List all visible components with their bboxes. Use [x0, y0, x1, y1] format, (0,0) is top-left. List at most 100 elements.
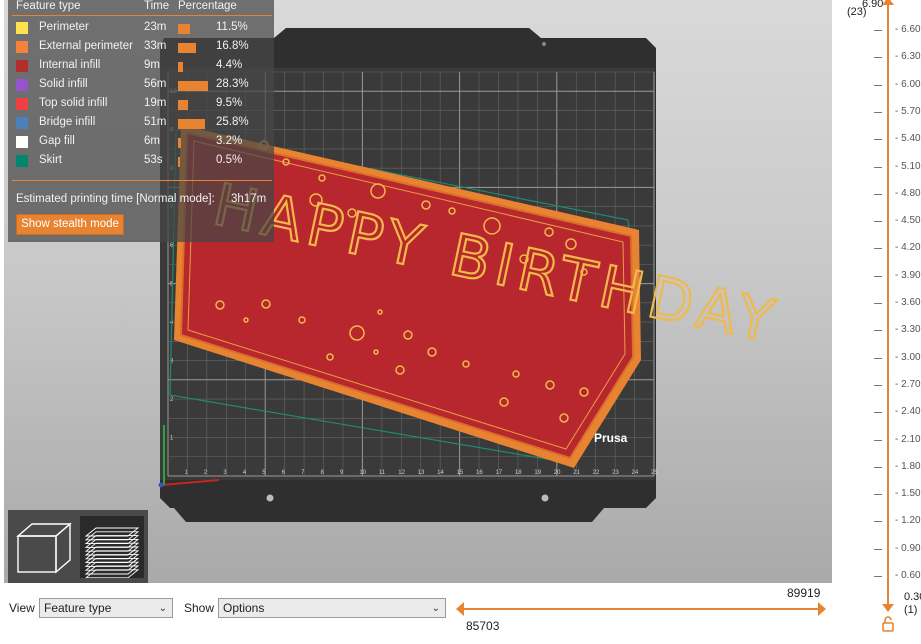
move-slider-upper-value: 89919 [787, 586, 821, 600]
legend-header-time: Time [144, 0, 170, 12]
legend-row: Gap fill 6m 3.2% [16, 133, 272, 152]
layer-tick [874, 248, 882, 250]
bed-brand-label: Prusa [594, 431, 628, 445]
layer-tick-label: - 5.70 [895, 105, 921, 117]
bed-x-tick-label: 20 [554, 470, 561, 476]
origin-marker [158, 482, 164, 488]
bed-screw [541, 494, 549, 502]
layer-tick-label: - 3.30 [895, 324, 921, 336]
show-options-value: Options [223, 601, 265, 615]
bed-x-tick-label: 23 [612, 470, 619, 476]
legend-percentage-bar [178, 157, 180, 167]
legend-row: External perimeter 33m 16.8% [16, 38, 272, 57]
layer-tick-label: - 4.20 [895, 242, 921, 254]
legend-feature-percentage: 9.5% [216, 97, 243, 109]
legend-color-swatch [16, 22, 28, 34]
legend-row: Internal infill 9m 4.4% [16, 57, 272, 76]
layer-tick [874, 576, 882, 577]
layer-slider-top-thumb[interactable] [880, 0, 896, 7]
cube-icon [16, 522, 72, 574]
bed-x-tick-label: 10 [359, 470, 366, 476]
legend-percentage-bar [178, 62, 183, 72]
legend-color-swatch [16, 136, 28, 148]
show-stealth-mode-button[interactable]: Show stealth mode [16, 214, 124, 235]
layer-slider-bottom-layer: (1) [904, 604, 918, 616]
legend-percentage-bar [178, 100, 188, 110]
layer-tick [874, 84, 882, 86]
layer-tick-label: - 6.30 [895, 51, 921, 63]
layer-slider-bottom-thumb[interactable] [880, 603, 896, 613]
layer-tick [874, 275, 882, 277]
layer-tick [874, 412, 882, 414]
bed-x-tick-label: 17 [495, 470, 502, 476]
bed-screw [266, 494, 274, 502]
layer-tick [874, 111, 882, 113]
layer-tick [874, 139, 882, 141]
view-type-value: Feature type [44, 601, 112, 615]
legend-row: Solid infill 56m 28.3% [16, 76, 272, 95]
layer-slider[interactable]: 6.90 (23) - 6.60- 6.30- 6.00- 5.70- 5.40… [847, 0, 921, 644]
chevron-down-icon: ⌄ [431, 603, 440, 614]
layer-tick-label: - 3.60 [895, 297, 921, 308]
layer-tick [874, 303, 882, 304]
layer-tick [874, 384, 882, 386]
move-slider-lower-thumb[interactable] [456, 602, 464, 616]
legend-feature-percentage: 25.8% [216, 116, 249, 128]
layer-tick [874, 548, 882, 550]
legend-feature-name: External perimeter [39, 40, 133, 52]
legend-feature-time: 53s [144, 154, 163, 166]
legend-feature-name: Bridge infill [39, 116, 96, 128]
legend-feature-time: 56m [144, 78, 167, 90]
view-type-select[interactable]: Feature type ⌄ [39, 598, 173, 618]
move-slider-track[interactable] [462, 608, 822, 610]
estimated-time-value: 3h17m [231, 193, 267, 205]
bottom-toolbar: View Feature type ⌄ Show Options ⌄ 89919… [0, 583, 832, 644]
layer-tick [874, 439, 882, 441]
legend-feature-name: Perimeter [39, 21, 89, 33]
legend-feature-time: 33m [144, 40, 167, 52]
legend-feature-time: 23m [144, 21, 167, 33]
legend-feature-percentage: 16.8% [216, 40, 249, 52]
feature-legend: Feature type Time Percentage Perimeter 23… [8, 0, 274, 242]
legend-color-swatch [16, 117, 28, 129]
legend-row: Top solid infill 19m 9.5% [16, 95, 272, 114]
legend-feature-name: Gap fill [39, 135, 75, 147]
bed-x-tick-label: 24 [632, 470, 639, 476]
3d-view-button[interactable] [14, 516, 76, 578]
legend-percentage-bar [178, 43, 196, 53]
layer-tick [874, 357, 882, 359]
legend-feature-percentage: 3.2% [216, 135, 243, 147]
layers-view-button[interactable] [80, 516, 144, 579]
bed-screw [542, 42, 546, 46]
legend-percentage-bar [178, 81, 208, 91]
legend-header-percentage: Percentage [178, 0, 237, 12]
legend-feature-percentage: 0.5% [216, 154, 243, 166]
layer-tick [874, 57, 882, 59]
bed-x-tick-label: 14 [437, 470, 444, 476]
lock-icon[interactable] [880, 616, 896, 632]
layer-tick-label: - 0.90 [895, 542, 921, 554]
layer-tick [874, 330, 882, 332]
layer-tick-label: - 1.80 [895, 460, 921, 472]
layer-tick [874, 494, 882, 496]
legend-color-swatch [16, 79, 28, 91]
layer-tick [874, 166, 882, 168]
layer-tick-label: - 2.40 [895, 406, 921, 418]
legend-feature-name: Skirt [39, 154, 62, 166]
legend-feature-name: Internal infill [39, 59, 101, 71]
bed-x-tick-label: 13 [418, 470, 425, 476]
legend-feature-name: Solid infill [39, 78, 88, 90]
legend-feature-time: 51m [144, 116, 167, 128]
layer-slider-track[interactable] [887, 2, 889, 606]
legend-color-swatch [16, 155, 28, 167]
layer-slider-top-layer: (23) [847, 6, 867, 18]
legend-feature-time: 19m [144, 97, 167, 109]
legend-color-swatch [16, 98, 28, 110]
layer-tick-label: - 4.80 [895, 187, 921, 199]
layer-tick [874, 30, 882, 31]
show-options-select[interactable]: Options ⌄ [218, 598, 446, 618]
legend-percentage-bar [178, 119, 206, 129]
legend-divider [12, 15, 272, 16]
move-slider-upper-thumb[interactable] [818, 602, 826, 616]
3d-viewport[interactable]: 1 2 3 4 5 6 7 8 9 10 11 12 13 14 15 16 17 18 19 20 21 22 23 24 2… [4, 0, 832, 583]
